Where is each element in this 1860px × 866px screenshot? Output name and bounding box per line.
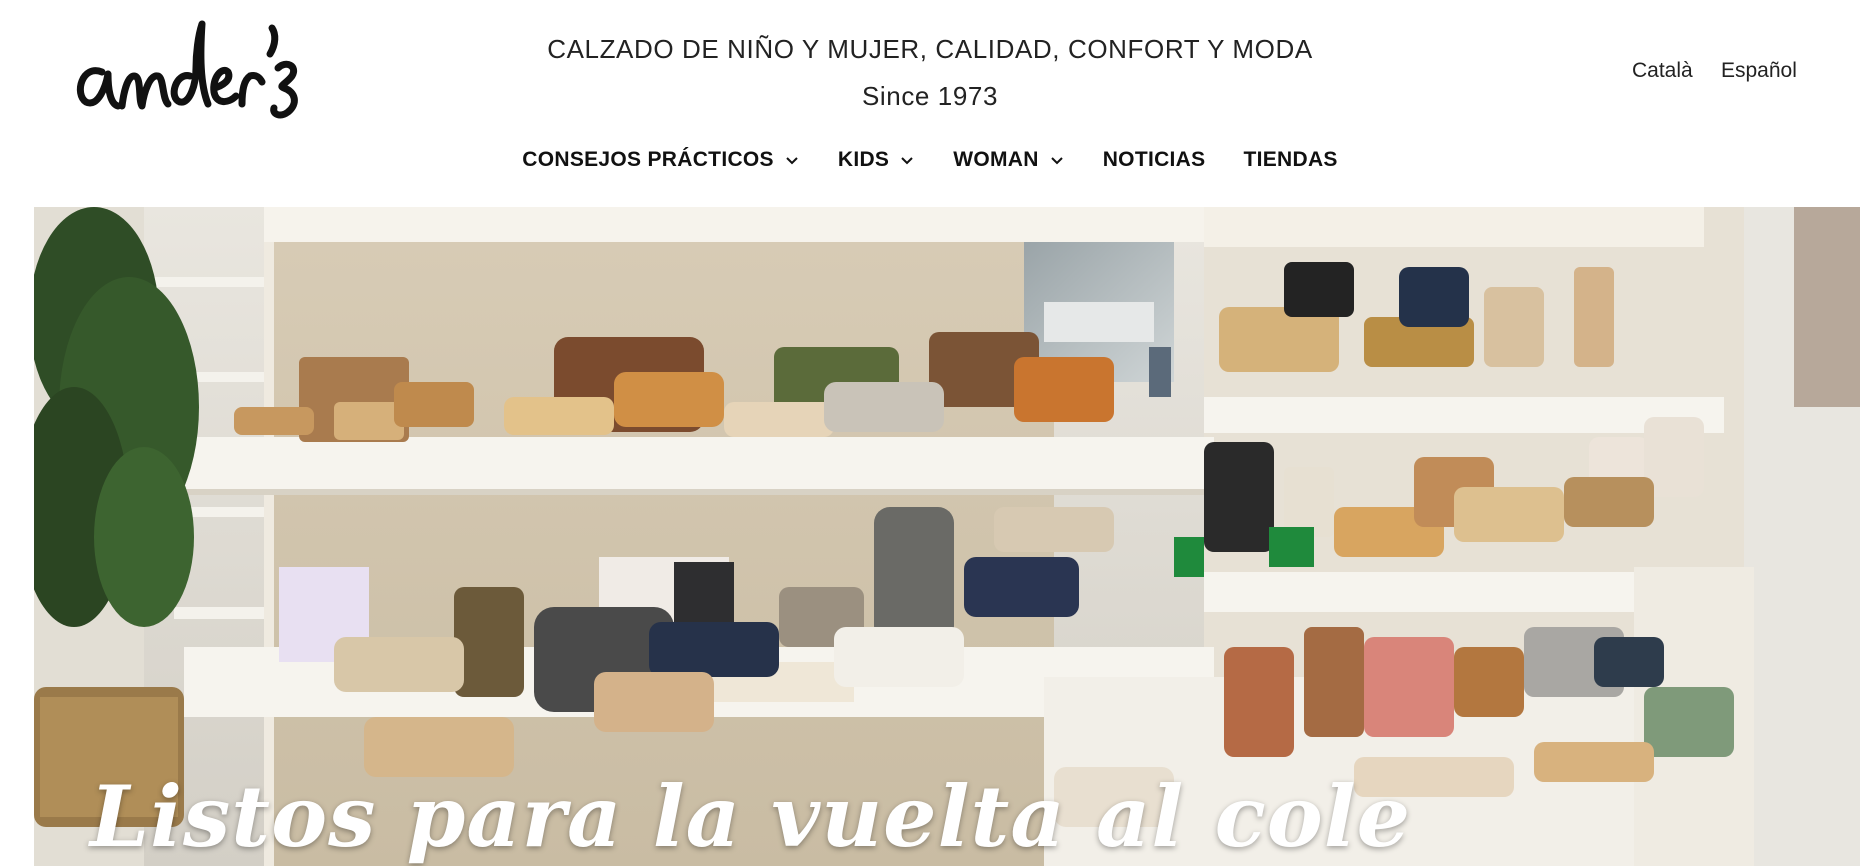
since-label: Since 1973 (861, 81, 999, 111)
nav-label: CONSEJOS PRÁCTICOS (522, 148, 774, 171)
nav-item-woman[interactable]: WOMAN (953, 148, 1064, 172)
nav-label: TIENDAS (1243, 148, 1338, 171)
chevron-down-icon (901, 157, 913, 165)
nav-label: WOMAN (953, 148, 1039, 171)
nav-item-tiendas[interactable]: TIENDAS (1243, 148, 1337, 172)
nav-item-noticias[interactable]: NOTICIAS (1103, 148, 1206, 172)
main-nav: CONSEJOS PRÁCTICOS KIDS WOMAN NOTICIAS T… (0, 148, 1860, 172)
language-link-espanol[interactable]: Español (1721, 59, 1797, 83)
site-tagline: CALZADO DE NIÑO Y MUJER, CALIDAD, CONFOR… (547, 34, 1313, 64)
nav-item-consejos[interactable]: CONSEJOS PRÁCTICOS (522, 148, 800, 172)
site-header: CALZADO DE NIÑO Y MUJER, CALIDAD, CONFOR… (0, 0, 1860, 205)
chevron-down-icon (786, 157, 798, 165)
nav-label: KIDS (837, 148, 890, 171)
chevron-down-icon (1051, 157, 1063, 165)
language-link-catala[interactable]: Català (1632, 59, 1693, 83)
nav-label: NOTICIAS (1102, 148, 1206, 171)
hero-banner: Listos para la vuelta al cole (34, 207, 1860, 866)
hero-title: Listos para la vuelta al cole (90, 767, 1412, 866)
nav-item-kids[interactable]: KIDS (838, 148, 915, 172)
